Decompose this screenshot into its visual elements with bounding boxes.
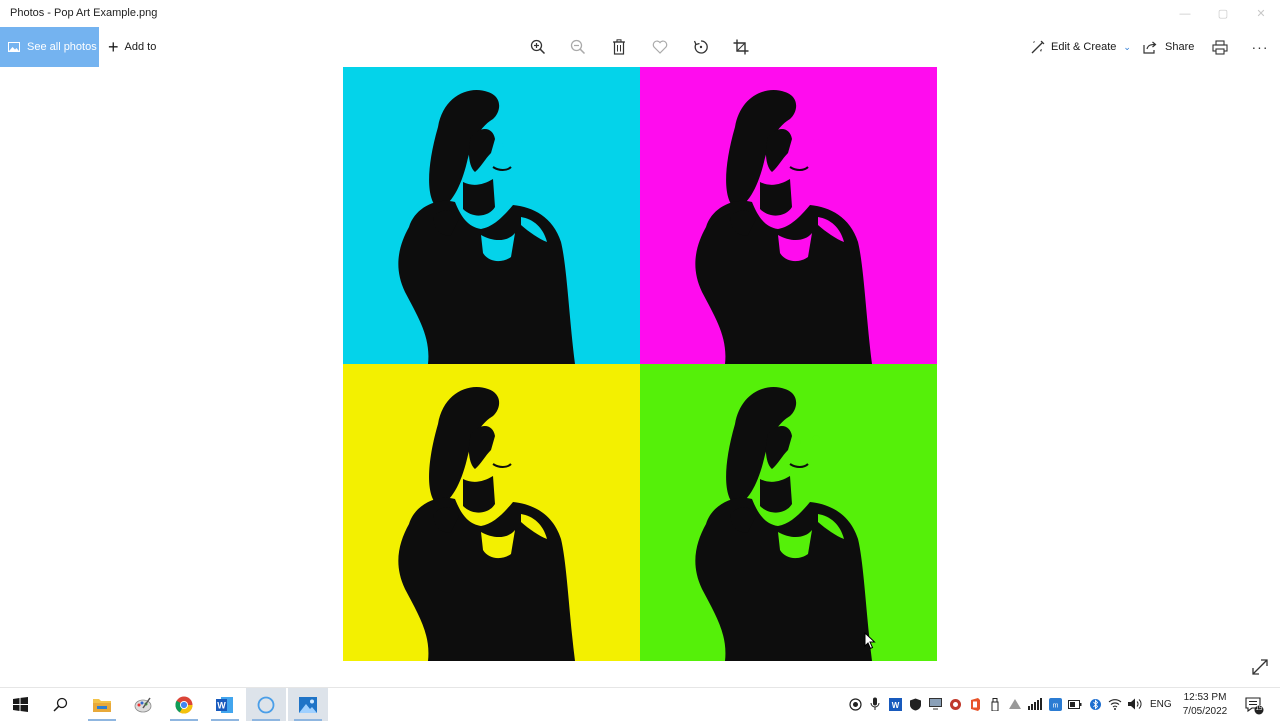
add-to-label: Add to — [124, 41, 157, 53]
delete-button[interactable] — [608, 36, 630, 58]
window-title: Photos - Pop Art Example.png — [10, 7, 158, 19]
add-to-button[interactable]: + Add to — [108, 27, 156, 67]
panel-artwork — [343, 364, 640, 661]
eye-shape — [812, 138, 820, 144]
chrome-button[interactable] — [164, 688, 204, 721]
eye-shape — [515, 138, 523, 144]
share-icon — [1143, 41, 1157, 54]
notification-center-button[interactable]: 15 — [1244, 695, 1264, 715]
share-label: Share — [1165, 41, 1195, 53]
edit-create-label: Edit & Create — [1051, 41, 1117, 53]
pop-art-image[interactable] — [343, 67, 937, 661]
clock-date: 7/05/2022 — [1182, 706, 1228, 717]
photos-icon — [299, 696, 317, 713]
bluetooth-icon[interactable] — [1088, 697, 1102, 711]
print-button[interactable] — [1209, 36, 1231, 58]
language-indicator[interactable]: ENG — [1150, 699, 1172, 710]
search-button[interactable] — [40, 688, 80, 721]
battery-icon[interactable] — [1068, 697, 1082, 711]
neck-shape — [463, 476, 495, 513]
word-icon: W — [216, 696, 233, 713]
start-button[interactable] — [0, 688, 40, 721]
fullscreen-icon[interactable] — [1250, 657, 1270, 677]
close-button[interactable]: ✕ — [1242, 0, 1280, 27]
panel-cyan — [343, 67, 640, 364]
edit-create-button[interactable]: Edit & Create ⌄ — [1031, 27, 1131, 67]
clock-time: 12:53 PM — [1183, 692, 1227, 703]
eye-shape — [515, 435, 523, 441]
start-icon — [12, 697, 28, 712]
share-button[interactable]: Share — [1143, 27, 1194, 67]
favorite-button[interactable] — [649, 36, 671, 58]
neck-shape — [463, 179, 495, 216]
panel-green — [640, 364, 937, 661]
panel-artwork — [640, 67, 937, 364]
panel-yellow — [343, 364, 640, 661]
usb-icon[interactable] — [988, 697, 1002, 711]
network-adapter-icon[interactable] — [1008, 697, 1022, 711]
signal-bars-icon[interactable] — [1028, 697, 1042, 711]
svg-text:W: W — [217, 700, 226, 710]
svg-text:m: m — [1052, 702, 1058, 709]
paint-button[interactable] — [123, 688, 163, 721]
taskbar: W W m ENG 12:53 PM 7/05/2022 15 — [0, 687, 1280, 721]
volume-icon[interactable] — [1128, 697, 1142, 711]
microphone-icon[interactable] — [868, 697, 882, 711]
see-all-photos-button[interactable]: See all photos — [0, 27, 99, 67]
crop-icon — [733, 39, 749, 55]
delete-icon — [613, 39, 625, 55]
tray-record-icon[interactable] — [848, 697, 862, 711]
image-viewer — [0, 67, 1280, 687]
panel-magenta — [640, 67, 937, 364]
file-explorer-button[interactable] — [82, 688, 122, 721]
zoom-out-button[interactable] — [567, 36, 589, 58]
app-tray-icon[interactable]: m — [1048, 697, 1062, 711]
cortana-button[interactable] — [246, 688, 286, 721]
chrome-icon — [175, 696, 193, 713]
photo-icon — [8, 42, 20, 52]
wifi-icon[interactable] — [1108, 697, 1122, 711]
panel-artwork — [640, 364, 937, 661]
rotate-button[interactable] — [690, 36, 712, 58]
office-icon[interactable] — [968, 697, 982, 711]
mouse-cursor-icon — [864, 632, 876, 650]
edit-create-icon — [1031, 40, 1045, 54]
more-options-button[interactable]: ··· — [1249, 36, 1271, 58]
title-bar: Photos - Pop Art Example.png — ▢ ✕ — [0, 0, 1280, 27]
minimize-button[interactable]: — — [1166, 0, 1204, 27]
security-icon[interactable] — [908, 697, 922, 711]
search-icon — [52, 697, 67, 712]
favorite-icon — [652, 40, 668, 54]
rotate-icon — [693, 40, 708, 54]
paint-icon — [134, 697, 152, 712]
eye-shape — [494, 439, 504, 445]
zoom-in-icon — [530, 39, 546, 55]
maximize-button[interactable]: ▢ — [1204, 0, 1242, 27]
cortana-icon — [257, 696, 275, 713]
eye-shape — [791, 142, 801, 148]
eye-shape — [812, 435, 820, 441]
notification-count: 15 — [1255, 705, 1263, 712]
chevron-down-icon: ⌄ — [1123, 41, 1131, 52]
svg-text:W: W — [891, 701, 899, 710]
photos-button[interactable] — [288, 688, 328, 721]
word-tray-icon[interactable]: W — [888, 697, 902, 711]
zoom-out-icon — [570, 39, 586, 55]
eye-shape — [791, 439, 801, 445]
cloud-app-icon[interactable] — [948, 697, 962, 711]
crop-button[interactable] — [730, 36, 752, 58]
display-icon[interactable] — [928, 697, 942, 711]
clock[interactable]: 12:53 PM 7/05/2022 — [1180, 691, 1230, 719]
plus-icon: + — [108, 36, 119, 57]
neck-shape — [760, 179, 792, 216]
zoom-in-button[interactable] — [527, 36, 549, 58]
eye-shape — [494, 142, 504, 148]
word-button[interactable]: W — [205, 688, 245, 721]
file-explorer-icon — [93, 699, 111, 712]
toolbar: See all photos + Add to Edit & Create ⌄ … — [0, 27, 1280, 67]
see-all-photos-label: See all photos — [27, 41, 97, 53]
neck-shape — [760, 476, 792, 513]
panel-artwork — [343, 67, 640, 364]
print-icon — [1212, 39, 1228, 55]
